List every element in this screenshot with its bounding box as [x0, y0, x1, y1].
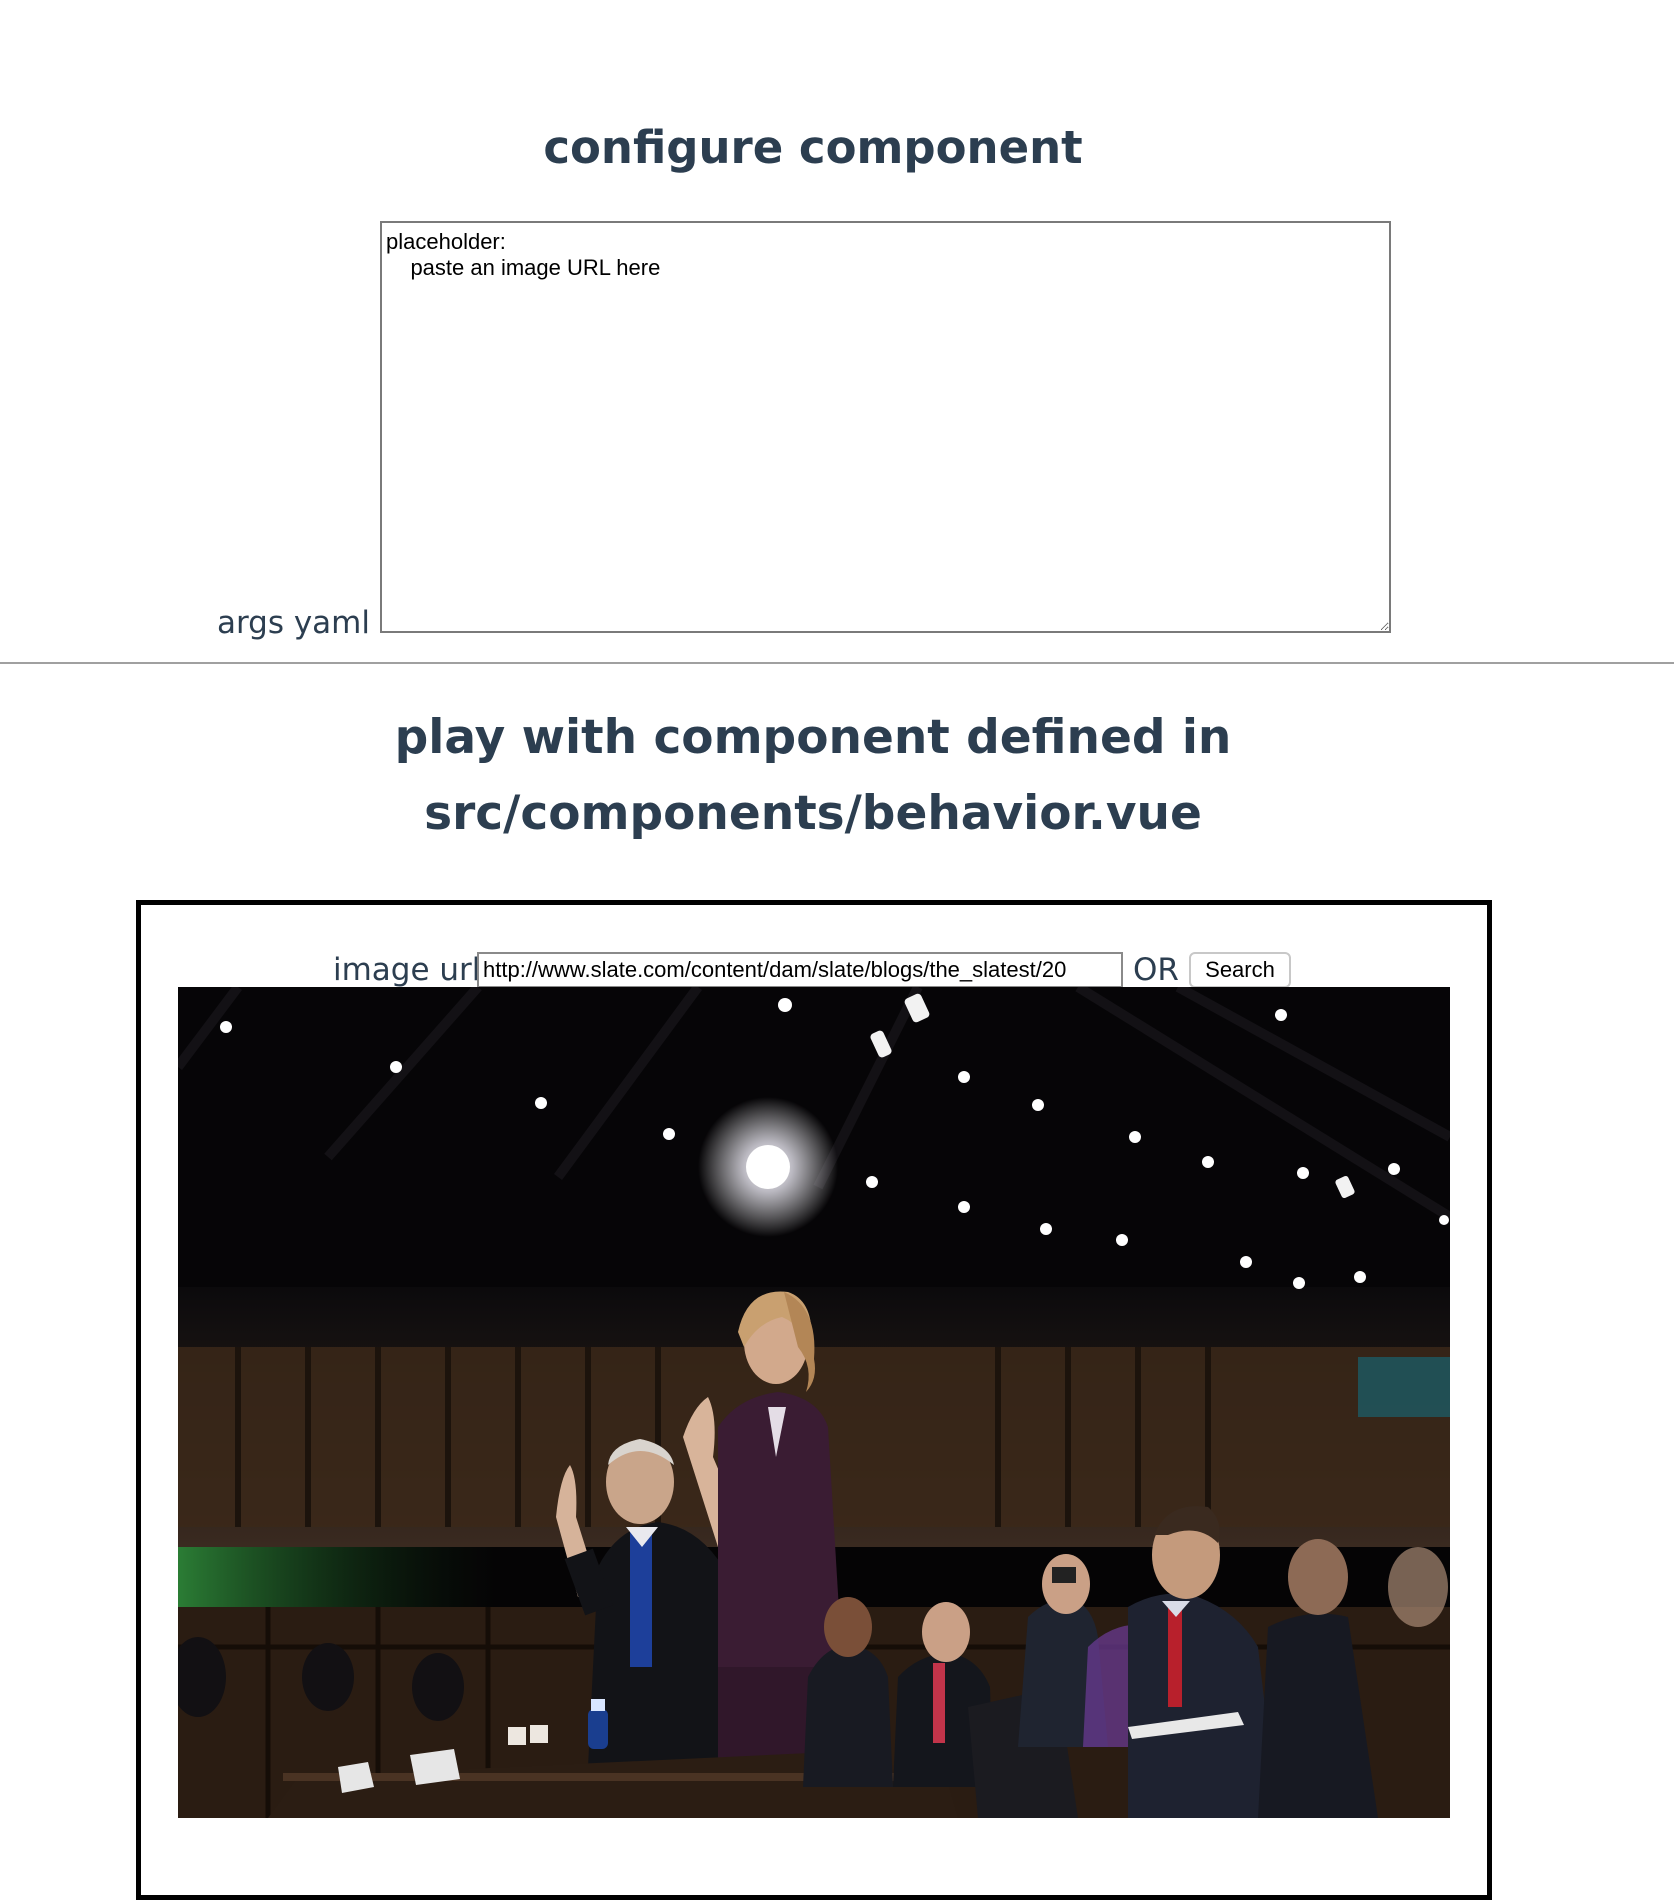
section-divider	[0, 662, 1674, 664]
args-yaml-textarea[interactable]: placeholder: paste an image URL here	[380, 221, 1391, 633]
search-button[interactable]: Search	[1189, 952, 1291, 988]
configure-title: configure component	[543, 121, 1083, 174]
playground-title: play with component defined in src/compo…	[394, 710, 1232, 841]
image-url-input[interactable]	[477, 952, 1123, 988]
hearing-room-photo	[178, 987, 1450, 1818]
component-container: image url OR Search	[136, 900, 1492, 1900]
args-yaml-label: args yaml	[216, 605, 370, 641]
photo-illustration	[178, 987, 1450, 1818]
